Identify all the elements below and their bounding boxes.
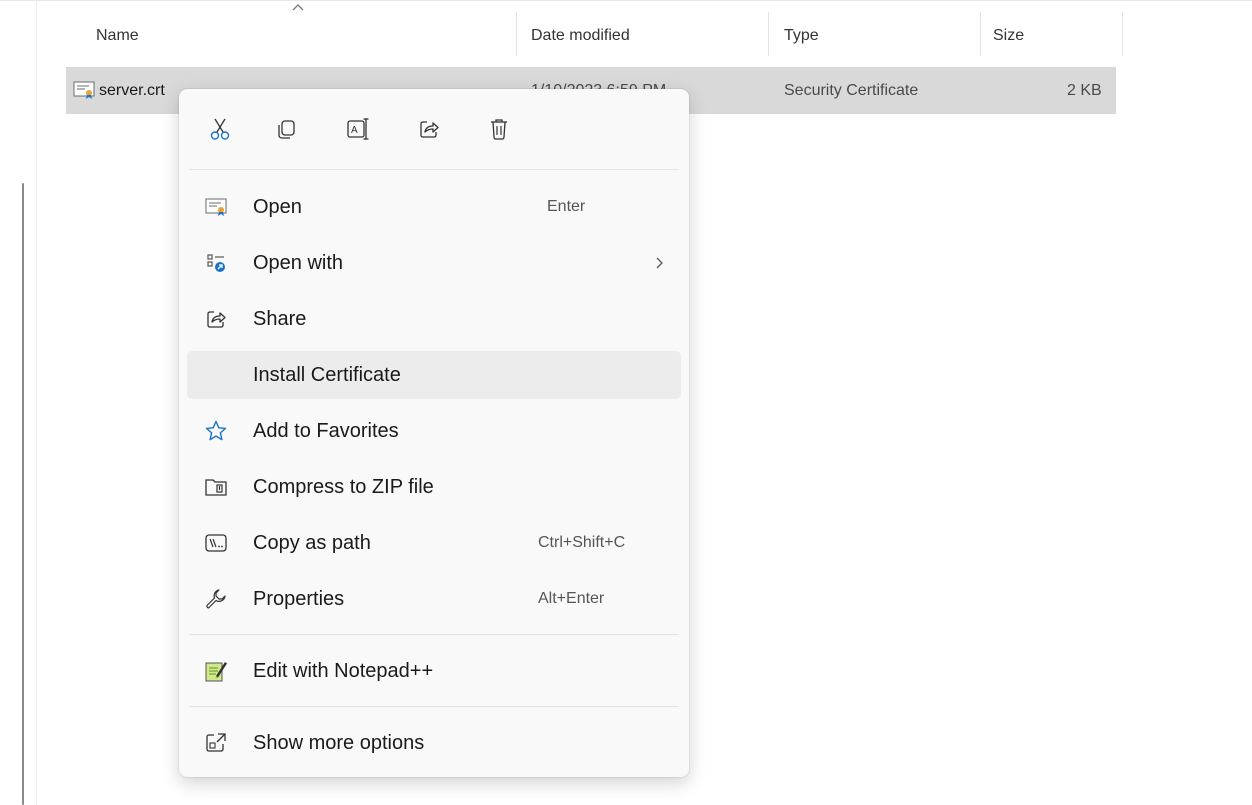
column-header-size[interactable]: Size: [993, 14, 1024, 58]
menu-item-shortcut: Enter: [547, 198, 586, 215]
star-icon: [204, 419, 228, 443]
certificate-icon: [73, 81, 95, 99]
share-button[interactable]: [409, 109, 449, 149]
navigation-pane-scrollbar[interactable]: [22, 183, 24, 805]
menu-item-label: Edit with Notepad++: [253, 660, 434, 682]
sort-ascending-icon: [292, 4, 304, 11]
menu-item-compress-zip[interactable]: Compress to ZIP file: [187, 463, 681, 511]
explorer-top-border: [0, 0, 1252, 11]
menu-item-shortcut: Ctrl+Shift+C: [538, 534, 626, 551]
share-icon: [420, 121, 439, 138]
chevron-right-icon: [647, 251, 671, 275]
menu-item-shortcut: Alt+Enter: [538, 590, 605, 607]
column-divider[interactable]: [1122, 12, 1123, 56]
menu-item-share[interactable]: Share: [187, 295, 681, 343]
copy-path-icon: [204, 531, 228, 555]
menu-item-label: Add to Favorites: [253, 420, 399, 442]
rename-icon: A: [347, 118, 369, 140]
menu-item-properties[interactable]: Properties Alt+Enter: [187, 575, 681, 623]
cut-button[interactable]: [200, 109, 240, 149]
share-icon: [204, 307, 228, 331]
menu-item-copy-as-path[interactable]: Copy as path Ctrl+Shift+C: [187, 519, 681, 567]
trash-icon: [491, 119, 507, 140]
menu-item-label: Install Certificate: [253, 364, 401, 386]
column-header-type[interactable]: Type: [784, 14, 819, 58]
column-divider[interactable]: [768, 12, 769, 56]
rename-button[interactable]: A: [338, 109, 378, 149]
navigation-pane-divider[interactable]: [36, 0, 37, 805]
menu-item-label: Copy as path: [253, 532, 371, 554]
menu-item-add-to-favorites[interactable]: Add to Favorites: [187, 407, 681, 455]
menu-item-label: Open with: [253, 252, 344, 274]
menu-item-label: Properties: [253, 588, 345, 610]
menu-separator: [189, 169, 679, 170]
context-menu-quick-actions: A: [179, 89, 689, 169]
certificate-icon: [204, 195, 228, 219]
menu-item-edit-with-notepad-plus-plus[interactable]: Edit with Notepad++: [187, 647, 681, 695]
column-header-name[interactable]: Name: [96, 14, 139, 58]
menu-item-label: Compress to ZIP file: [253, 476, 434, 498]
menu-item-open-with[interactable]: Open with: [187, 239, 681, 287]
open-with-icon: [204, 251, 228, 275]
column-divider[interactable]: [980, 12, 981, 56]
menu-item-label: Share: [253, 308, 307, 330]
notepad-plus-plus-icon: [204, 659, 228, 683]
wrench-icon: [204, 587, 228, 611]
show-more-icon: [204, 731, 228, 755]
context-menu: A Open Enter Open with Share Install Cer…: [179, 89, 689, 777]
zip-icon: [204, 475, 228, 499]
menu-item-show-more-options[interactable]: Show more options: [187, 719, 681, 767]
menu-item-label: Open: [253, 196, 302, 218]
menu-item-label: Show more options: [253, 732, 425, 754]
menu-separator: [189, 706, 679, 707]
column-divider[interactable]: [516, 12, 517, 56]
column-header-date-modified[interactable]: Date modified: [531, 14, 630, 58]
file-size: 2 KB: [1067, 82, 1102, 99]
menu-item-open[interactable]: Open Enter: [187, 183, 681, 231]
file-type: Security Certificate: [784, 82, 919, 99]
file-name[interactable]: server.crt: [99, 67, 165, 114]
delete-button[interactable]: [479, 109, 519, 149]
scissors-icon: [210, 118, 230, 140]
copy-icon: [278, 120, 295, 139]
svg-text:A: A: [351, 125, 358, 136]
menu-separator: [189, 634, 679, 635]
copy-button[interactable]: [267, 109, 307, 149]
menu-item-install-certificate[interactable]: Install Certificate: [187, 351, 681, 399]
